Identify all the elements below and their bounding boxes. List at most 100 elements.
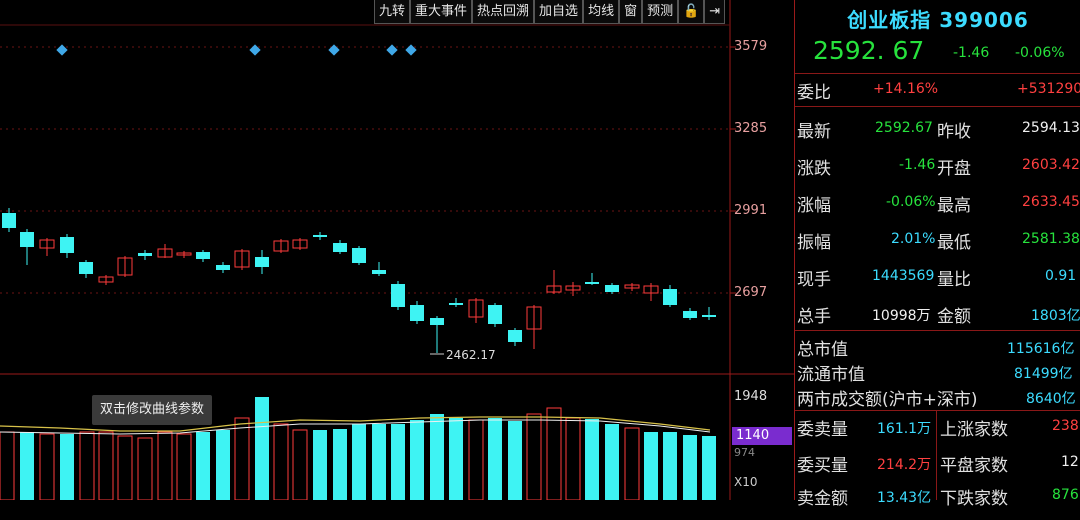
float-cap-value: 81499亿 [1014,366,1073,382]
candle-body [138,253,152,256]
add-watchlist-button[interactable]: 加自选 [534,0,584,24]
volume-bar [663,432,677,500]
candle-body [352,248,366,263]
row-label: 现手 [797,270,831,290]
security-name: 创业板指 [847,8,932,32]
volume-current-label: 1140 [732,427,792,445]
candle-body [60,237,74,253]
security-code: 399006 [939,8,1029,32]
row-label: 上涨家数 [940,420,1008,440]
webi-label: 委比 [797,83,831,103]
price-level-label: 3579 [734,39,768,54]
candle-body [196,252,210,259]
volume-top-label: 1948 [734,389,768,404]
row-label: 涨幅 [797,196,831,216]
advancers-value: 238 [1052,418,1079,434]
row-label: 涨跌 [797,159,831,179]
volume-bar [216,430,230,500]
candle-body [20,232,34,247]
high-value: 2633.45 [1022,194,1080,210]
lock-icon[interactable]: 🔓 [678,0,705,24]
event-marker [249,44,261,56]
event-marker [386,44,398,56]
candle-body [333,243,347,252]
quote-row: 最新 2592.67 昨收 2594.13 [795,117,1080,153]
volume-bar [410,420,424,500]
bottom-row: 卖金额 13.43亿 下跌家数 876 [795,484,1080,520]
window-button[interactable]: 窗 [619,0,643,24]
security-title: 创业板指 399006 [795,4,1080,33]
ask-amount-value: 13.43亿 [877,490,932,506]
row-label: 总手 [797,307,831,327]
price-level-label: 2991 [734,203,768,218]
price-level-label: 2697 [734,285,768,300]
volume-bar [39,433,55,500]
quote-row: 总手 10998万 金额 1803亿 [795,302,1080,338]
low-value: 2581.38 [1022,231,1080,247]
volume-multiplier: X10 [734,475,758,489]
webi-pct: +14.16% [873,81,939,97]
candle-body [372,270,386,274]
row-label: 金额 [937,307,971,327]
row-label: 昨收 [937,122,971,142]
price-level-label: 3285 [734,121,768,136]
volume-bar [176,433,192,500]
open-value: 2603.42 [1022,157,1080,173]
candle-body [449,303,463,305]
volume-bar [313,430,327,500]
total-hand-value: 10998万 [872,308,931,324]
volume-bar [98,431,114,500]
candle-body [488,305,502,324]
candle-body [430,318,444,325]
quote-row: 现手 1443569 量比 0.91 [795,265,1080,301]
chart-toolbar: 九转 重大事件 热点回溯 加自选 均线 窗 预测 🔓 ⇥ [374,0,726,24]
volume-bar [508,421,522,500]
volume-bar [468,419,484,500]
row-label: 振幅 [797,233,831,253]
volume-bar [234,417,250,500]
row-label: 下跌家数 [940,489,1008,509]
volume-bar [255,397,269,500]
hot-review-button[interactable]: 热点回溯 [472,0,535,24]
expand-icon[interactable]: ⇥ [704,0,726,24]
volume-bar [20,432,34,500]
major-events-button[interactable]: 重大事件 [410,0,473,24]
volume-bar [565,417,581,500]
volume-partial-label: 974 [734,446,755,459]
moving-average-button[interactable]: 均线 [583,0,620,24]
kline-svg[interactable]: 2462.17 [0,0,794,500]
unchanged-value: 12 [1061,454,1079,470]
volume-bar [526,413,542,500]
candle-body [410,305,424,321]
volume-bar [391,424,405,500]
bottom-row: 委卖量 161.1万 上涨家数 238 [795,415,1080,451]
jiuzhuan-button[interactable]: 九转 [374,0,411,24]
turnover-value: 8640亿 [1026,391,1076,407]
row-label: 委买量 [797,456,848,476]
forecast-button[interactable]: 预测 [642,0,679,24]
row-label: 开盘 [937,159,971,179]
volume-bar [624,427,640,500]
candle-body [683,311,697,318]
volume-bar [273,423,289,500]
volume-bar [488,418,502,500]
kline-chart[interactable]: 2462.17 双击修改曲线参数 3579 3285 2991 2697 194… [0,0,794,500]
candle-body [585,282,599,284]
row-label: 最低 [937,233,971,253]
candle-body [605,285,619,292]
amplitude-value: 2.01% [891,231,936,247]
candle-body [216,265,230,270]
latest-value: 2592.67 [875,120,933,136]
last-price: 2592. 67 [813,36,925,65]
bottom-row: 委买量 214.2万 平盘家数 12 [795,451,1080,487]
price-change-pct: -0.06% [1015,45,1065,61]
volume-bar [430,414,444,500]
volume-bar [0,431,15,500]
event-marker [328,44,340,56]
market-cap-value: 115616亿 [1007,341,1075,357]
change-value: -1.46 [899,157,936,173]
candle-body [391,284,405,307]
volume-bar [137,437,153,500]
volume-bar [683,435,697,500]
candle-body [313,235,327,237]
